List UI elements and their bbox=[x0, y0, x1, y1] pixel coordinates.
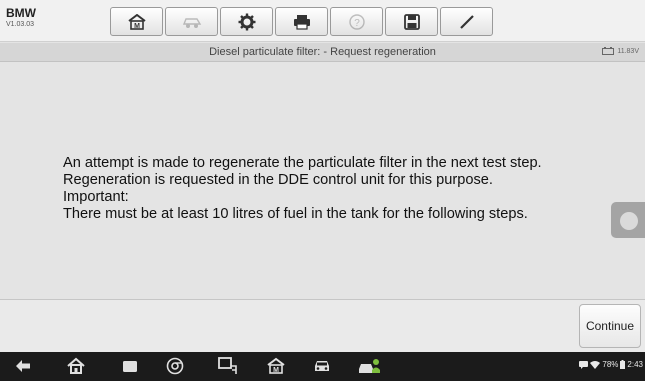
message-text: An attempt is made to regenerate the par… bbox=[63, 155, 542, 223]
continue-button[interactable]: Continue bbox=[579, 304, 641, 348]
vehicle-swap-button[interactable] bbox=[165, 7, 218, 36]
save-icon bbox=[403, 13, 420, 30]
home-button[interactable]: M bbox=[110, 7, 163, 36]
floating-circle-icon bbox=[620, 212, 638, 230]
help-icon: ? bbox=[348, 13, 365, 30]
brand-name: BMW bbox=[6, 6, 36, 20]
toolbar-buttons: M ? bbox=[110, 7, 495, 36]
print-icon bbox=[293, 14, 310, 30]
brand-version: V1.03.03 bbox=[6, 21, 35, 28]
home-icon[interactable] bbox=[67, 357, 85, 375]
battery-percent: 78% bbox=[602, 360, 619, 369]
top-toolbar: BMW V1.03.03 M ? bbox=[0, 0, 645, 42]
battery-icon bbox=[620, 360, 626, 369]
title-bar: Diesel particulate filter: - Request reg… bbox=[0, 43, 645, 62]
browser-icon[interactable] bbox=[166, 357, 184, 375]
edit-button[interactable] bbox=[440, 7, 493, 36]
voltage-value: 11.83V bbox=[617, 47, 639, 55]
floating-menu-button[interactable] bbox=[611, 202, 645, 238]
print-button[interactable] bbox=[275, 7, 328, 36]
bottom-panel: Continue bbox=[0, 299, 645, 352]
help-button[interactable]: ? bbox=[330, 7, 383, 36]
page-title: Diesel particulate filter: - Request reg… bbox=[209, 46, 436, 58]
message-area: An attempt is made to regenerate the par… bbox=[0, 63, 645, 299]
car-battery-icon bbox=[602, 47, 615, 55]
app-window: BMW V1.03.03 M ? Diesel particulate filt… bbox=[0, 0, 645, 381]
svg-text:?: ? bbox=[354, 18, 360, 29]
edit-icon bbox=[459, 14, 474, 29]
save-button[interactable] bbox=[385, 7, 438, 36]
settings-icon bbox=[238, 13, 255, 30]
home-icon: M bbox=[127, 13, 146, 30]
message-line: There must be at least 10 litres of fuel… bbox=[63, 206, 528, 222]
svg-text:M: M bbox=[273, 367, 279, 374]
message-line: Regeneration is requested in the DDE con… bbox=[63, 172, 493, 188]
android-nav-bar: M 78% 2:43 bbox=[0, 352, 645, 381]
car-icon[interactable] bbox=[312, 357, 332, 375]
svg-text:M: M bbox=[134, 23, 140, 30]
status-bar: 78% 2:43 bbox=[577, 360, 643, 369]
wifi-icon bbox=[590, 360, 601, 369]
message-icon bbox=[579, 360, 589, 369]
recent-apps-icon[interactable] bbox=[121, 357, 139, 375]
settings-button[interactable] bbox=[220, 7, 273, 36]
message-line: Important: bbox=[63, 189, 129, 205]
back-icon[interactable] bbox=[14, 357, 32, 375]
clock: 2:43 bbox=[627, 360, 643, 369]
garage-home-icon[interactable]: M bbox=[267, 357, 285, 375]
brand: BMW V1.03.03 bbox=[6, 7, 36, 30]
message-line: An attempt is made to regenerate the par… bbox=[63, 155, 542, 171]
vci-connect-icon[interactable] bbox=[218, 357, 238, 375]
vehicle-swap-icon bbox=[182, 17, 201, 28]
remote-diagnosis-icon[interactable] bbox=[358, 357, 382, 375]
voltage-indicator: 11.83V bbox=[602, 47, 639, 55]
